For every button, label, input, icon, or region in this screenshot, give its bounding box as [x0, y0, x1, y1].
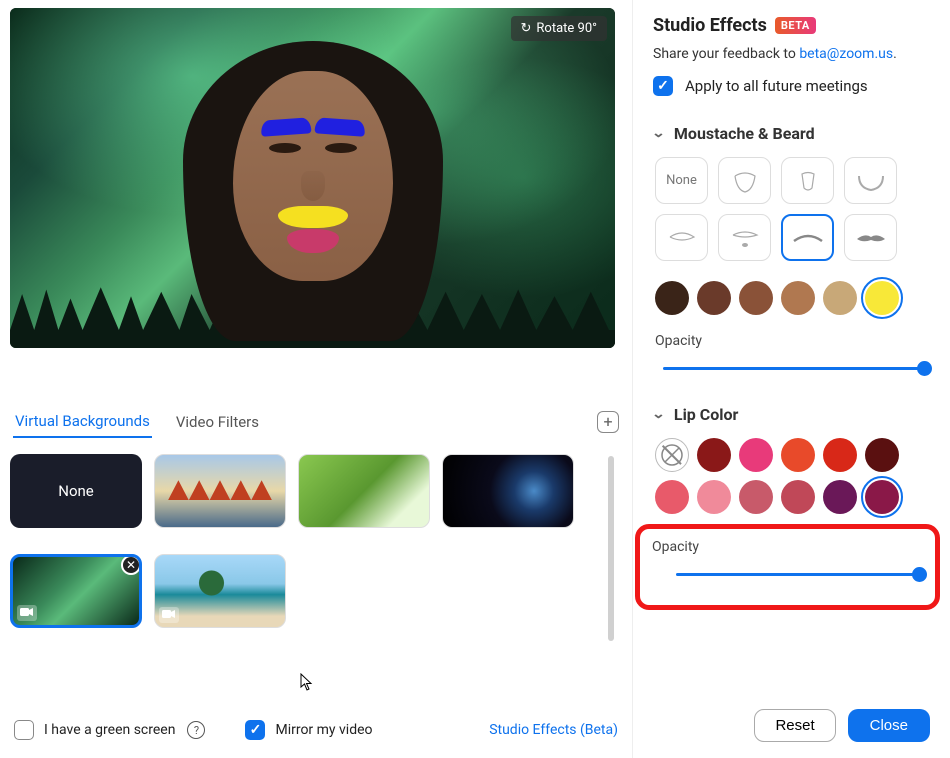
chevron-down-icon: ⌄: [651, 126, 665, 141]
lip-color-none[interactable]: [655, 438, 689, 472]
apply-all-checkbox[interactable]: ✓: [653, 76, 673, 96]
slider-track: [663, 367, 928, 370]
color-swatch[interactable]: [781, 281, 815, 315]
tab-virtual-backgrounds[interactable]: Virtual Backgrounds: [13, 406, 152, 438]
color-swatch[interactable]: [697, 438, 731, 472]
beta-badge: BETA: [775, 17, 816, 34]
color-swatch[interactable]: [655, 281, 689, 315]
rotate-button[interactable]: ↻ Rotate 90°: [511, 16, 608, 41]
chevron-down-icon: ⌄: [651, 407, 665, 422]
tab-video-filters[interactable]: Video Filters: [174, 407, 261, 437]
moustache-opacity-label: Opacity: [655, 333, 932, 349]
slider-thumb[interactable]: [917, 361, 932, 376]
slider-track: [676, 573, 923, 576]
apply-all-label: Apply to all future meetings: [685, 77, 868, 95]
color-swatch[interactable]: [697, 281, 731, 315]
moustache-style[interactable]: [655, 214, 708, 261]
color-swatch[interactable]: [781, 480, 815, 514]
none-icon: [660, 443, 684, 467]
section-moustache-header[interactable]: ⌄ Moustache & Beard: [653, 124, 932, 143]
plus-icon: +: [603, 414, 612, 430]
cursor-icon: [300, 673, 314, 695]
green-screen-label: I have a green screen: [44, 722, 175, 738]
moustache-opacity-slider[interactable]: [663, 359, 928, 379]
color-swatch[interactable]: [655, 480, 689, 514]
lip-color-row-1: [655, 438, 932, 472]
rotate-label: Rotate 90°: [536, 21, 597, 36]
scrollbar[interactable]: [608, 456, 614, 641]
color-swatch-selected[interactable]: [865, 480, 899, 514]
color-swatch[interactable]: [781, 438, 815, 472]
eyebrow-effect: [314, 117, 365, 136]
background-none[interactable]: None: [10, 454, 142, 528]
moustache-style[interactable]: [718, 214, 771, 261]
moustache-color-row: [655, 281, 932, 315]
face-overlay: [203, 41, 423, 341]
background-option[interactable]: [298, 454, 430, 528]
section-lip-header[interactable]: ⌄ Lip Color: [653, 405, 932, 424]
add-background-button[interactable]: +: [597, 411, 619, 433]
camera-icon: [17, 605, 37, 621]
mirror-video-checkbox[interactable]: ✓: [245, 720, 265, 740]
moustache-style[interactable]: [781, 157, 834, 204]
color-swatch[interactable]: [697, 480, 731, 514]
background-option-selected[interactable]: ✕: [10, 554, 142, 628]
lip-opacity-slider[interactable]: [676, 565, 923, 585]
color-swatch[interactable]: [823, 281, 857, 315]
section-lip-title: Lip Color: [674, 405, 739, 424]
check-icon: ✓: [657, 78, 669, 94]
highlight-annotation: Opacity: [635, 524, 940, 610]
color-swatch[interactable]: [739, 281, 773, 315]
studio-effects-link[interactable]: Studio Effects (Beta): [489, 722, 618, 738]
reset-button[interactable]: Reset: [754, 709, 835, 742]
moustache-style[interactable]: [844, 214, 897, 261]
help-icon[interactable]: ?: [187, 721, 205, 739]
panel-title: Studio Effects: [653, 15, 767, 36]
rotate-icon: ↻: [521, 21, 532, 36]
video-preview: ↻ Rotate 90°: [10, 8, 615, 348]
color-swatch[interactable]: [739, 480, 773, 514]
section-moustache-title: Moustache & Beard: [674, 124, 815, 143]
color-swatch[interactable]: [865, 438, 899, 472]
lip-opacity-label: Opacity: [652, 539, 923, 555]
color-swatch[interactable]: [823, 480, 857, 514]
color-swatch[interactable]: [739, 438, 773, 472]
feedback-text: Share your feedback to beta@zoom.us.: [653, 46, 932, 62]
moustache-style[interactable]: [718, 157, 771, 204]
slider-thumb[interactable]: [912, 567, 927, 582]
background-thumbnails: None ✕: [10, 454, 600, 641]
check-icon: ✓: [250, 722, 262, 738]
moustache-style-selected[interactable]: [781, 214, 834, 261]
background-option[interactable]: [154, 454, 286, 528]
moustache-style[interactable]: [844, 157, 897, 204]
color-swatch[interactable]: [823, 438, 857, 472]
lip-color-row-2: [655, 480, 932, 514]
remove-background-button[interactable]: ✕: [121, 555, 141, 575]
eyebrow-effect: [260, 117, 311, 136]
feedback-email-link[interactable]: beta@zoom.us: [799, 46, 893, 62]
moustache-style-grid: None: [655, 157, 932, 261]
moustache-effect: [278, 206, 348, 228]
background-option[interactable]: [154, 554, 286, 628]
mirror-video-label: Mirror my video: [275, 722, 372, 738]
color-swatch-selected[interactable]: [865, 281, 899, 315]
camera-icon: [159, 607, 179, 623]
close-button[interactable]: Close: [848, 709, 930, 742]
green-screen-checkbox[interactable]: [14, 720, 34, 740]
moustache-none[interactable]: None: [655, 157, 708, 204]
background-option[interactable]: [442, 454, 574, 528]
